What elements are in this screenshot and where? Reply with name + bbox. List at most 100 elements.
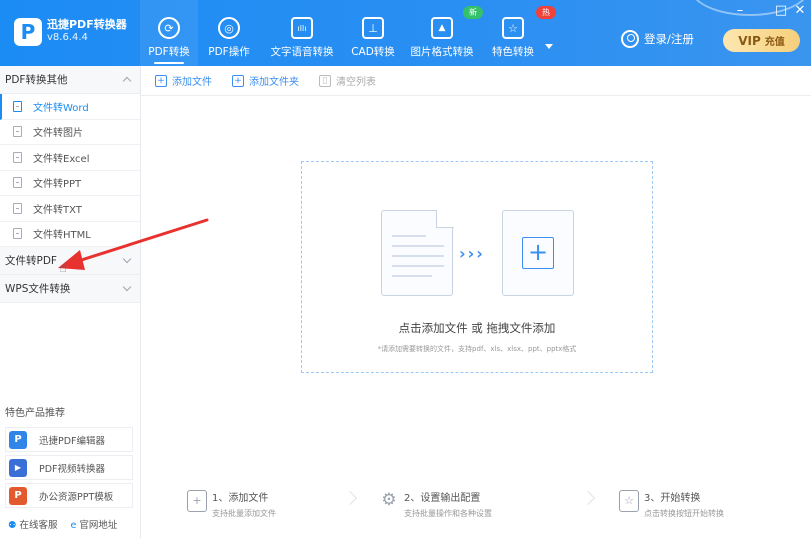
step-subtitle: 支持批量添加文件 <box>212 509 276 518</box>
sidebar-item-label: 文件转Excel <box>33 153 90 165</box>
sidebar-item-label: 文件转PPT <box>33 179 82 191</box>
sidebar-item-to-html[interactable]: 文件转HTML <box>0 222 140 247</box>
audio-wave-icon: ıllı <box>291 17 313 39</box>
chevron-down-icon[interactable] <box>545 44 553 49</box>
recommend-label: 迅捷PDF编辑器 <box>39 435 106 447</box>
file-icon <box>13 151 22 163</box>
document-icon <box>381 209 454 296</box>
clear-list-label: 清空列表 <box>336 77 376 88</box>
clear-list-button[interactable]: ▯ 清空列表 <box>319 73 376 88</box>
add-file-button[interactable]: + 添加文件 <box>155 73 212 88</box>
sidebar-item-to-image[interactable]: 文件转图片 <box>0 120 140 145</box>
add-folder-label: 添加文件夹 <box>249 77 299 88</box>
step-title: 2、设置输出配置 <box>404 493 481 504</box>
recommend-pdf-video[interactable]: ▶ PDF视频转换器 <box>5 455 133 480</box>
sidebar-item-to-ppt[interactable]: 文件转PPT <box>0 171 140 196</box>
add-folder-button[interactable]: + 添加文件夹 <box>232 73 299 88</box>
sidebar-item-label: 文件转图片 <box>33 128 83 140</box>
sidebar-item-label: 文件转HTML <box>33 230 91 242</box>
chevron-right-icon <box>342 490 358 506</box>
sidebar-group-file-to-pdf[interactable]: 文件转PDF <box>0 247 140 275</box>
add-file-box[interactable]: + <box>502 210 574 296</box>
nav-label: 图片格式转换 <box>410 46 474 58</box>
maximize-icon[interactable]: □ <box>774 4 788 18</box>
chevron-down-icon <box>122 282 132 292</box>
login-button[interactable]: 登录/注册 <box>621 30 694 48</box>
convert-icon: ⟳ <box>158 17 180 39</box>
nav-pdf-convert[interactable]: ⟳ PDF转换 <box>140 0 198 66</box>
file-icon <box>13 228 22 240</box>
main-nav: ⟳ PDF转换 ◎ PDF操作 ıllı 文字语音转换 ⊥ CAD转换 ▲ 图片… <box>140 0 544 66</box>
file-drop-zone[interactable]: ››› + 点击添加文件 或 拖拽文件添加 *请添加需要转换的文件，支持pdf、… <box>301 161 653 373</box>
add-folder-icon: + <box>232 74 244 87</box>
add-file-icon: + <box>187 490 207 512</box>
sidebar-item-label: 文件转Word <box>33 102 89 114</box>
sidebar-item-to-txt[interactable]: 文件转TXT <box>0 196 140 222</box>
chevron-right-icon <box>580 490 596 506</box>
service-label: 在线客服 <box>19 520 58 531</box>
video-icon: ▶ <box>9 458 27 477</box>
recommend-label: PDF视频转换器 <box>39 463 106 475</box>
vip-recharge-button[interactable]: VIP 充值 <box>723 29 800 52</box>
plus-icon: + <box>522 237 554 269</box>
image-icon: ▲ <box>431 17 453 39</box>
star-icon: ☆ <box>502 17 524 39</box>
sidebar-item-to-excel[interactable]: 文件转Excel <box>0 145 140 171</box>
file-icon <box>13 100 22 112</box>
hand-cursor-icon: ☝ <box>59 261 67 276</box>
chevron-up-icon <box>122 76 132 86</box>
sidebar-item-to-word[interactable]: 文件转Word <box>0 94 140 120</box>
arrow-right-icon: ››› <box>459 244 485 263</box>
file-icon <box>13 126 22 138</box>
gear-icon: ⚙ <box>381 490 397 510</box>
nav-label: PDF操作 <box>208 46 250 58</box>
cad-icon: ⊥ <box>362 17 384 39</box>
group-label: WPS文件转换 <box>5 283 71 295</box>
bottom-links: ⚉ 在线客服 e 官网地址 <box>8 517 117 531</box>
step-output-config: ⚙ 2、设置输出配置 支持批量操作和各种设置 <box>379 486 492 519</box>
app-logo: P <box>14 18 42 46</box>
gear-icon: ◎ <box>218 17 240 39</box>
nav-text-voice[interactable]: ıllı 文字语音转换 <box>260 0 344 66</box>
step-title: 3、开始转换 <box>644 493 701 504</box>
nav-cad[interactable]: ⊥ CAD转换 <box>344 0 402 66</box>
add-file-label: 添加文件 <box>172 77 212 88</box>
step-subtitle: 支持批量操作和各种设置 <box>404 509 492 518</box>
nav-label: 特色转换 <box>492 46 534 58</box>
nav-special[interactable]: ☆ 特色转换 <box>482 0 544 66</box>
file-icon <box>13 202 22 214</box>
minimize-icon[interactable]: – <box>733 4 747 18</box>
nav-pdf-ops[interactable]: ◎ PDF操作 <box>198 0 260 66</box>
step-add-file: + 1、添加文件 支持批量添加文件 <box>187 486 276 519</box>
nav-label: 文字语音转换 <box>270 46 334 58</box>
website-label: 官网地址 <box>79 520 118 531</box>
add-file-icon: + <box>155 74 167 87</box>
user-icon <box>621 30 639 48</box>
app-version: v8.6.4.4 <box>47 32 88 43</box>
title-bar: P 迅捷PDF转换器 v8.6.4.4 ⟳ PDF转换 ◎ PDF操作 ıllı… <box>0 0 811 66</box>
decorative-arc <box>690 0 810 16</box>
website-link[interactable]: e 官网地址 <box>71 517 118 531</box>
vip-label: VIP <box>738 33 761 48</box>
drop-zone-text: 点击添加文件 或 拖拽文件添加 <box>398 321 556 335</box>
recommend-title: 特色产品推荐 <box>5 408 65 419</box>
file-icon <box>13 177 22 189</box>
ppt-icon: P <box>9 486 27 505</box>
online-service-link[interactable]: ⚉ 在线客服 <box>8 517 58 531</box>
service-icon: ⚉ <box>8 520 17 531</box>
convert-icon: ☆ <box>619 490 639 512</box>
recommend-ppt-template[interactable]: P 办公资源PPT模板 <box>5 483 133 508</box>
close-icon[interactable]: ✕ <box>793 4 807 18</box>
recharge-label: 充值 <box>764 37 785 48</box>
pdf-editor-icon: P <box>9 430 27 449</box>
sidebar-group-wps[interactable]: WPS文件转换 <box>0 275 140 303</box>
recommend-pdf-editor[interactable]: P 迅捷PDF编辑器 <box>5 427 133 452</box>
sidebar: PDF转换其他 文件转Word 文件转图片 文件转Excel 文件转PPT 文件… <box>0 66 141 538</box>
nav-label: PDF转换 <box>148 46 190 58</box>
sidebar-group-pdf-to-other[interactable]: PDF转换其他 <box>0 66 140 94</box>
group-label: 文件转PDF <box>5 255 57 267</box>
sidebar-item-label: 文件转TXT <box>33 204 82 216</box>
drop-zone-hint: *请添加需要转换的文件，支持pdf、xls、xlsx、ppt、pptx格式 <box>377 345 577 353</box>
nav-label: CAD转换 <box>351 46 395 58</box>
steps-bar: + 1、添加文件 支持批量添加文件 ⚙ 2、设置输出配置 支持批量操作和各种设置… <box>141 478 811 528</box>
